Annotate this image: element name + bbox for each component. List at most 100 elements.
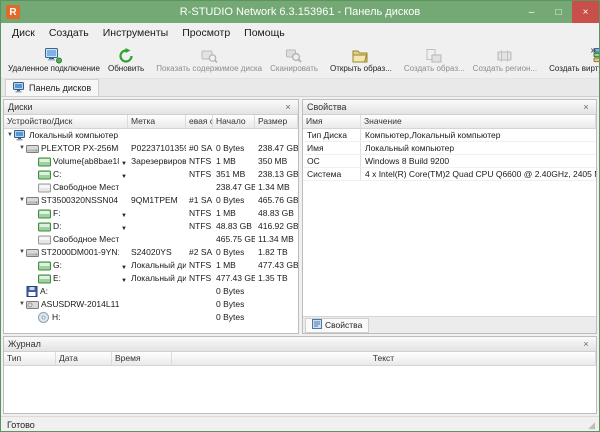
properties-column-header-value[interactable]: Значение	[361, 115, 596, 128]
properties-panel-close-icon[interactable]: ×	[580, 102, 592, 112]
device-name: D:	[53, 221, 62, 231]
menu-item-help[interactable]: Помощь	[237, 25, 292, 41]
log-column-header-date[interactable]: Дата	[56, 352, 112, 365]
tree-row-drive-a[interactable]: A: 0 Bytes	[4, 285, 298, 298]
property-name: ОС	[303, 155, 361, 167]
tab-disk-panel-label: Панель дисков	[29, 83, 92, 93]
toolbar-overflow-button[interactable]: »	[590, 45, 596, 56]
properties-sheet-icon	[312, 319, 322, 331]
partition-menu-arrow-icon[interactable]: ▼	[121, 223, 127, 233]
scan-button: Сканировать	[266, 43, 322, 77]
property-row[interactable]: Тип Диска Компьютер,Локальный компьютер	[303, 129, 596, 142]
column-header-device[interactable]: Устройство/Диск	[4, 115, 128, 128]
maximize-button[interactable]: □	[545, 1, 572, 23]
tab-disk-panel[interactable]: Панель дисков	[5, 79, 100, 96]
tree-row-drive-e[interactable]: E: ▼ Локальный ди...NTFS 477.43 GB1.35 TB	[4, 272, 298, 285]
tree-row-drive-f[interactable]: F: ▼ NTFS 1 MB 48.83 GB	[4, 207, 298, 220]
computer-icon	[14, 130, 27, 141]
freespace-icon	[38, 183, 51, 193]
size-cell	[255, 298, 298, 311]
device-name: Свободное Место18	[53, 182, 119, 192]
tree-expander-icon[interactable]: ▼	[18, 194, 26, 207]
log-column-header-text[interactable]: Текст	[172, 352, 596, 365]
disks-column-header: Устройство/ДискМеткаевая сиНачалоРазмер	[4, 115, 298, 129]
column-header-size[interactable]: Размер	[255, 115, 298, 128]
label-cell: Локальный ди...	[131, 260, 186, 270]
filesystem-cell: NTFS	[189, 156, 212, 166]
tree-row-drive-d[interactable]: D: ▼ NTFS 48.83 GB 416.92 GB	[4, 220, 298, 233]
tree-row-free-space-21[interactable]: Свободное Место21 465.75 GB11.34 MB	[4, 233, 298, 246]
minimize-button[interactable]: –	[518, 1, 545, 23]
start-cell: 1 MB	[216, 260, 236, 270]
close-button[interactable]: ×	[572, 1, 599, 23]
column-header-filesystem[interactable]: евая си	[186, 115, 213, 128]
tree-row-free-space-18[interactable]: Свободное Место18 238.47 GB1.34 MB	[4, 181, 298, 194]
property-row[interactable]: Система 4 x Intel(R) Core(TM)2 Quad CPU Q…	[303, 168, 596, 181]
size-cell	[255, 311, 298, 324]
menu-item-create[interactable]: Создать	[42, 25, 96, 41]
remote-connect-label: Удаленное подключение	[8, 64, 100, 73]
disks-panel-title: Диски	[8, 102, 33, 112]
partition-menu-arrow-icon[interactable]: ▼	[121, 210, 127, 220]
column-header-start[interactable]: Начало	[213, 115, 255, 128]
main-area: Диски × Устройство/ДискМеткаевая сиНачал…	[1, 97, 599, 334]
disks-panel-close-icon[interactable]: ×	[282, 102, 294, 112]
partition-menu-arrow-icon[interactable]: ▼	[121, 262, 127, 272]
label-cell: Зарезервирова...	[131, 156, 186, 166]
partition-menu-arrow-icon[interactable]: ▼	[121, 158, 127, 168]
create-image-icon	[426, 47, 442, 64]
property-row[interactable]: Имя Локальный компьютер	[303, 142, 596, 155]
toolbar: Удаленное подключение Обновить Показать со…	[1, 42, 599, 79]
device-name: E:	[53, 273, 62, 283]
tree-row-volume-ab8bae18[interactable]: Volume{ab8bae18-25...▼Зарезервирова...NT…	[4, 155, 298, 168]
tree-expander-icon[interactable]: ▼	[18, 142, 26, 155]
properties-column-header-name[interactable]: Имя	[303, 115, 361, 128]
menu-bar: Диск Создать Инструменты Просмотр Помощь	[1, 23, 599, 42]
size-cell: 238.47 GB	[258, 143, 298, 153]
partition-menu-arrow-icon[interactable]: ▼	[121, 275, 127, 285]
refresh-button[interactable]: Обновить	[104, 43, 148, 77]
device-cell: ▼ PLEXTOR PX-256M5P1.02	[4, 142, 128, 155]
tree-row-local-computer[interactable]: ▼ Локальный компьютер	[4, 129, 298, 142]
title-bar[interactable]: R R-STUDIO Network 6.3.153961 - Панель д…	[1, 1, 599, 23]
tree-row-st2000[interactable]: ▼ ST2000DM001-9YN164C... S24020YS #2 SA...0…	[4, 246, 298, 259]
column-header-label[interactable]: Метка	[128, 115, 186, 128]
tree-expander-icon[interactable]: ▼	[18, 298, 26, 311]
property-value: Локальный компьютер	[365, 143, 455, 153]
disc-icon	[38, 312, 50, 323]
device-cell: H:	[4, 311, 128, 324]
partition-icon	[38, 157, 51, 167]
log-column-header-time[interactable]: Время	[112, 352, 172, 365]
device-cell: D: ▼	[4, 220, 128, 233]
tree-expander-icon[interactable]: ▼	[6, 129, 14, 142]
partition-menu-arrow-icon[interactable]: ▼	[121, 171, 127, 181]
tree-row-plextor[interactable]: ▼ PLEXTOR PX-256M5P1.02 P02237101359#0 SA.…	[4, 142, 298, 155]
device-name: G:	[53, 260, 62, 270]
start-cell: 1 MB	[216, 208, 236, 218]
device-cell: ▼ Локальный компьютер	[4, 129, 128, 142]
open-image-button[interactable]: Открыть образ...	[326, 43, 396, 77]
tree-row-st3500[interactable]: ▼ ST3500320NSSN04 9QM1TPEM #1 SA...0 Bytes 4…	[4, 194, 298, 207]
property-row[interactable]: ОС Windows 8 Build 9200	[303, 155, 596, 168]
start-cell: 351 MB	[216, 169, 246, 179]
tab-properties[interactable]: Свойства	[305, 317, 370, 333]
tree-row-drive-c[interactable]: C: ▼ NTFS 351 MB 238.13 GB	[4, 168, 298, 181]
tree-row-asusdrw[interactable]: ▼ ASUSDRW-2014L11.00 0 Bytes	[4, 298, 298, 311]
start-cell: 48.83 GB	[216, 221, 252, 231]
tree-row-drive-h[interactable]: H: 0 Bytes	[4, 311, 298, 324]
start-cell: 238.47 GB	[216, 182, 255, 192]
log-column-header-type[interactable]: Тип	[4, 352, 56, 365]
open-image-label: Открыть образ...	[330, 64, 392, 73]
resize-grip[interactable]: ◢	[588, 420, 595, 431]
tree-row-drive-g[interactable]: G: ▼ Локальный ди...NTFS 1 MB 477.43 GB	[4, 259, 298, 272]
filesystem-cell: NTFS	[189, 273, 212, 283]
tree-expander-icon[interactable]: ▼	[18, 246, 26, 259]
device-cell: C: ▼	[4, 168, 128, 181]
label-cell	[128, 298, 186, 311]
remote-connect-button[interactable]: Удаленное подключение	[4, 43, 104, 77]
freespace-icon	[38, 235, 51, 245]
log-panel-close-icon[interactable]: ×	[580, 339, 592, 349]
menu-item-tools[interactable]: Инструменты	[96, 25, 175, 41]
menu-item-disk[interactable]: Диск	[5, 25, 42, 41]
menu-item-view[interactable]: Просмотр	[175, 25, 237, 41]
